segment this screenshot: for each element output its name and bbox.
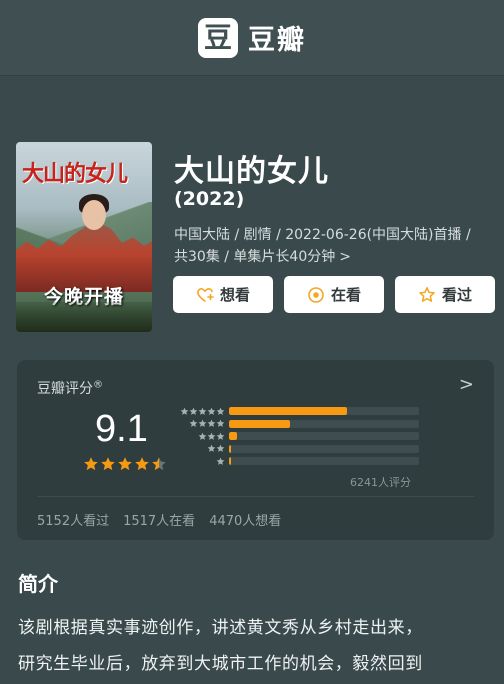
rating-bar-row	[177, 455, 419, 468]
rating-bar-track	[229, 444, 419, 453]
intro-line-2: 研究生毕业后，放弃到大城市工作的机会，毅然回到	[18, 654, 423, 674]
watch-stats: 5152人看过 1517人在看 4470人想看	[37, 510, 281, 529]
rating-bar-track	[229, 457, 419, 466]
mini-star-icon	[216, 419, 225, 428]
mini-star-icon	[216, 444, 225, 453]
action-buttons: 想看 在看 看过	[173, 276, 495, 313]
mini-star-icon	[216, 457, 225, 466]
watched-label: 看过	[441, 286, 472, 304]
rating-count: 6241人评分	[350, 476, 411, 489]
watched-button[interactable]: 看过	[395, 276, 495, 313]
rating-bar-fill	[229, 419, 290, 428]
rating-star	[100, 456, 116, 476]
mini-star-icon	[216, 432, 225, 441]
mini-star-icon	[207, 419, 216, 428]
rating-star	[151, 456, 167, 476]
mini-star-icon	[198, 432, 207, 441]
rating-bar-row	[177, 418, 419, 431]
poster-figure-face	[82, 200, 106, 230]
divider	[37, 496, 474, 497]
rating-card[interactable]: 豆瓣评分® > 9.1 6241人评分 5152人看过 1517人在看 4470…	[17, 360, 494, 540]
rating-bar-row	[177, 443, 419, 456]
intro-line-1: 该剧根据真实事迹创作，讲述黄文秀从乡村走出来，	[18, 618, 423, 638]
rating-score: 9.1	[95, 408, 148, 450]
meta-line-1: 中国大陆 / 剧情 / 2022-06-26(中国大陆)首播 /	[174, 227, 471, 243]
bar-star-label	[177, 444, 229, 453]
watching-button[interactable]: 在看	[284, 276, 384, 313]
want-to-watch-button[interactable]: 想看	[173, 276, 273, 313]
want-count: 4470人想看	[209, 514, 282, 529]
poster-title-art: 大山的女儿	[22, 161, 128, 187]
rating-distribution	[177, 405, 419, 468]
rating-bar-fill	[229, 407, 347, 416]
target-icon	[307, 286, 325, 304]
mini-star-icon	[189, 407, 198, 416]
rating-star	[83, 456, 99, 476]
show-meta[interactable]: 中国大陆 / 剧情 / 2022-06-26(中国大陆)首播 / 共30集 / …	[174, 224, 492, 268]
rating-bar-fill	[229, 457, 232, 466]
mini-star-icon	[216, 407, 225, 416]
intro-heading: 简介	[18, 572, 58, 596]
chevron-right-icon: >	[339, 249, 351, 265]
rating-heading: 豆瓣评分®	[37, 379, 103, 397]
mini-star-icon	[180, 407, 189, 416]
chevron-right-icon[interactable]: >	[459, 374, 474, 395]
show-year: (2022)	[174, 188, 245, 210]
rating-bar-fill	[229, 432, 237, 441]
rating-bar-row	[177, 430, 419, 443]
bar-star-label	[177, 407, 229, 416]
poster-bottom-shade	[16, 302, 152, 332]
mini-star-icon	[198, 419, 207, 428]
meta-line-2: 共30集 / 单集片长40分钟 >	[174, 249, 351, 265]
rating-bar-track	[229, 432, 419, 441]
watching-label: 在看	[330, 286, 361, 304]
rating-bar-fill	[229, 444, 232, 453]
douban-logo-icon: 豆	[198, 17, 238, 58]
bar-star-label	[177, 457, 229, 466]
mini-star-icon	[207, 432, 216, 441]
want-to-watch-label: 想看	[219, 286, 250, 304]
mini-star-icon	[189, 419, 198, 428]
intro-text: 该剧根据真实事迹创作，讲述黄文秀从乡村走出来， 研究生毕业后，放弃到大城市工作的…	[18, 610, 494, 682]
rating-star	[134, 456, 150, 476]
watching-count: 1517人在看	[123, 514, 196, 529]
rating-bar-track	[229, 407, 419, 416]
rating-bar-track	[229, 419, 419, 428]
registered-mark: ®	[93, 379, 103, 391]
app-name: 豆瓣	[248, 25, 306, 56]
rating-star	[117, 456, 133, 476]
mini-star-icon	[207, 444, 216, 453]
mini-star-icon	[207, 407, 216, 416]
app-header: 豆 豆瓣	[0, 0, 504, 76]
star-outline-icon	[418, 286, 436, 304]
heart-plus-icon	[196, 286, 214, 304]
poster-image[interactable]: 大山的女儿 今晚开播	[16, 142, 152, 332]
mini-star-icon	[198, 407, 207, 416]
bar-star-label	[177, 419, 229, 428]
watched-count: 5152人看过	[37, 514, 110, 529]
show-title: 大山的女儿	[174, 154, 329, 189]
rating-bar-row	[177, 405, 419, 418]
rating-stars	[83, 456, 167, 476]
bar-star-label	[177, 432, 229, 441]
